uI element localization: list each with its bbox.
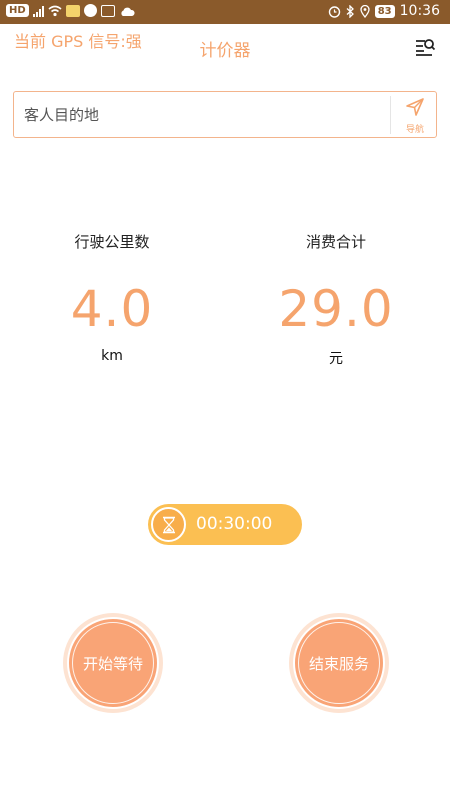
timer-value: 00:30:00 bbox=[196, 514, 273, 534]
distance-label: 行驶公里数 bbox=[74, 233, 150, 251]
distance-unit: km bbox=[101, 348, 123, 364]
start-wait-button[interactable]: 开始等待 bbox=[67, 617, 159, 709]
app-icon bbox=[83, 4, 97, 17]
divider bbox=[390, 96, 391, 134]
signal-icon bbox=[32, 5, 44, 17]
distance-value: 4.0 bbox=[70, 280, 154, 338]
status-bar: HD 83 10:36 bbox=[0, 0, 450, 24]
list-search-icon bbox=[416, 39, 436, 56]
cloud-icon bbox=[121, 7, 135, 16]
alarm-icon bbox=[328, 5, 340, 18]
end-service-label: 结束服务 bbox=[308, 655, 369, 673]
start-wait-label: 开始等待 bbox=[82, 655, 143, 673]
destination-input[interactable] bbox=[24, 104, 384, 126]
cost-label: 消费合计 bbox=[305, 233, 366, 251]
hourglass-icon bbox=[151, 507, 186, 542]
hd-badge: HD bbox=[6, 4, 29, 17]
cost-unit: 元 bbox=[329, 351, 343, 367]
bluetooth-icon bbox=[346, 4, 354, 18]
navigate-label: 导航 bbox=[405, 125, 424, 135]
status-time: 10:36 bbox=[399, 3, 440, 19]
destination-box: 导航 bbox=[13, 91, 437, 138]
cost-value: 29.0 bbox=[278, 280, 394, 338]
wifi-icon bbox=[48, 5, 62, 16]
page-title: 计价器 bbox=[199, 41, 251, 61]
message-icon bbox=[65, 4, 80, 17]
status-right-icons: 83 10:36 bbox=[328, 3, 440, 19]
end-service-button[interactable]: 结束服务 bbox=[293, 617, 385, 709]
location-icon bbox=[360, 4, 370, 18]
status-left-icons: HD bbox=[6, 4, 135, 17]
navigate-button[interactable]: 导航 bbox=[394, 94, 436, 136]
wait-timer: 00:30:00 bbox=[148, 504, 302, 545]
battery-icon: 83 bbox=[374, 4, 395, 18]
gallery-icon bbox=[100, 4, 115, 17]
menu-button[interactable] bbox=[414, 36, 436, 58]
send-arrow-icon bbox=[406, 98, 424, 116]
